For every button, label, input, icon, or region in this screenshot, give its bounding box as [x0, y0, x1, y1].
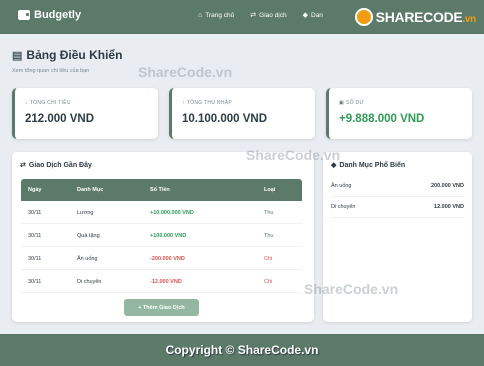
nav-links: ⌂ Trang chủ ⇄ Giao dịch ◆ Dan	[198, 11, 323, 20]
brand[interactable]: Budgetly	[18, 9, 81, 21]
logo-text: SHARECODE.vn	[375, 9, 477, 25]
category-name: Di chuyển	[331, 204, 356, 210]
column-header: Loại	[264, 187, 276, 193]
cell-amount: -200.000 VND	[150, 256, 185, 262]
column-header: Ngày	[28, 187, 42, 193]
page-subtitle: Xem tổng quan chi tiêu của bạn	[12, 68, 90, 74]
exchange-icon: ⇄	[20, 162, 26, 169]
sharecode-logo: SHARECODE.vn	[354, 8, 477, 26]
cell-type: Thu	[264, 233, 274, 239]
column-header: Số Tiền	[150, 187, 170, 193]
nav-link-label: Dan	[311, 11, 323, 19]
arrow-down-icon: ↓	[25, 100, 28, 106]
wallet-icon: ▣	[339, 100, 345, 106]
stat-value: +9.888.000 VND	[339, 113, 425, 125]
list-item[interactable]: Ăn uống 200.000 VND	[331, 176, 464, 197]
chart-icon: ▤	[12, 49, 23, 62]
list-item[interactable]: Di chuyển 12.000 VND	[331, 197, 464, 218]
category-amount: 200.000 VND	[430, 183, 464, 189]
cell-date: 30/11	[28, 279, 42, 285]
stat-card-income: ↑ TỔNG THU NHẬP 10.100.000 VND	[169, 88, 315, 139]
nav-link-transactions[interactable]: ⇄ Giao dịch	[250, 11, 287, 20]
table-row[interactable]: 30/11 Ăn uống -200.000 VND Chi	[21, 247, 302, 270]
nav-link-label: Trang chủ	[205, 11, 235, 19]
cell-type: Chi	[264, 256, 273, 262]
cell-type: Chi	[264, 279, 273, 285]
tag-icon: ◆	[302, 12, 308, 19]
footer: Copyright © ShareCode.vn	[0, 334, 484, 366]
stat-label: ▣ SỐ DƯ	[339, 100, 365, 106]
stat-value: 212.000 VND	[25, 113, 95, 125]
column-header: Danh Mục	[77, 187, 104, 193]
card-title: ◆ Danh Mục Phổ Biến	[331, 161, 406, 170]
popular-categories-card: ◆ Danh Mục Phổ Biến Ăn uống 200.000 VND …	[323, 152, 472, 322]
stat-card-expense: ↓ TỔNG CHI TIÊU 212.000 VND	[12, 88, 158, 139]
cell-category: Lương	[77, 210, 94, 216]
cell-type: Thu	[264, 210, 274, 216]
watermark: ShareCode.vn	[138, 64, 233, 80]
cell-amount: +100.000 VND	[150, 233, 187, 239]
nav-link-label: Giao dịch	[259, 11, 287, 19]
cell-amount: -12.000 VND	[150, 279, 182, 285]
stat-value: 10.100.000 VND	[182, 113, 268, 125]
table-row[interactable]: 30/11 Di chuyển -12.000 VND Chi	[21, 270, 302, 293]
table-row[interactable]: 30/11 Quà tặng +100.000 VND Thu	[21, 224, 302, 247]
stat-card-balance: ▣ SỐ DƯ +9.888.000 VND	[326, 88, 472, 139]
cell-category: Di chuyển	[77, 279, 102, 285]
recent-transactions-card: ⇄ Giao Dịch Gần Đây Ngày Danh Mục Số Tiề…	[12, 152, 314, 322]
cell-amount: +10.000.000 VND	[150, 210, 194, 216]
copyright-text: Copyright © ShareCode.vn	[165, 343, 319, 357]
category-amount: 12.000 VND	[434, 204, 464, 210]
category-name: Ăn uống	[331, 183, 352, 189]
table-header: Ngày Danh Mục Số Tiền Loại	[21, 179, 302, 201]
navbar: Budgetly ⌂ Trang chủ ⇄ Giao dịch ◆ Dan S…	[0, 0, 484, 34]
card-title: ⇄ Giao Dịch Gần Đây	[20, 161, 92, 170]
add-transaction-button[interactable]: + Thêm Giao Dịch	[124, 299, 199, 316]
page-title-text: Bảng Điều Khiển	[26, 48, 123, 62]
home-icon: ⌂	[198, 11, 203, 19]
cell-category: Quà tặng	[77, 233, 100, 239]
cell-date: 30/11	[28, 256, 42, 262]
nav-link-categories[interactable]: ◆ Dan	[302, 11, 323, 20]
exchange-icon: ⇄	[250, 12, 257, 19]
nav-link-home[interactable]: ⌂ Trang chủ	[198, 11, 234, 19]
brand-name: Budgetly	[34, 9, 82, 21]
cell-date: 30/11	[28, 233, 42, 239]
stat-label: ↑ TỔNG THU NHẬP	[182, 100, 233, 106]
tag-icon: ◆	[331, 162, 337, 169]
cell-date: 30/11	[28, 210, 42, 216]
wallet-icon	[18, 10, 30, 20]
arrow-up-icon: ↑	[182, 100, 185, 106]
table-row[interactable]: 30/11 Lương +10.000.000 VND Thu	[21, 201, 302, 224]
page-title: ▤ Bảng Điều Khiển	[12, 48, 122, 62]
cell-category: Ăn uống	[77, 256, 98, 262]
stat-label: ↓ TỔNG CHI TIÊU	[25, 100, 71, 106]
logo-icon	[354, 8, 373, 26]
